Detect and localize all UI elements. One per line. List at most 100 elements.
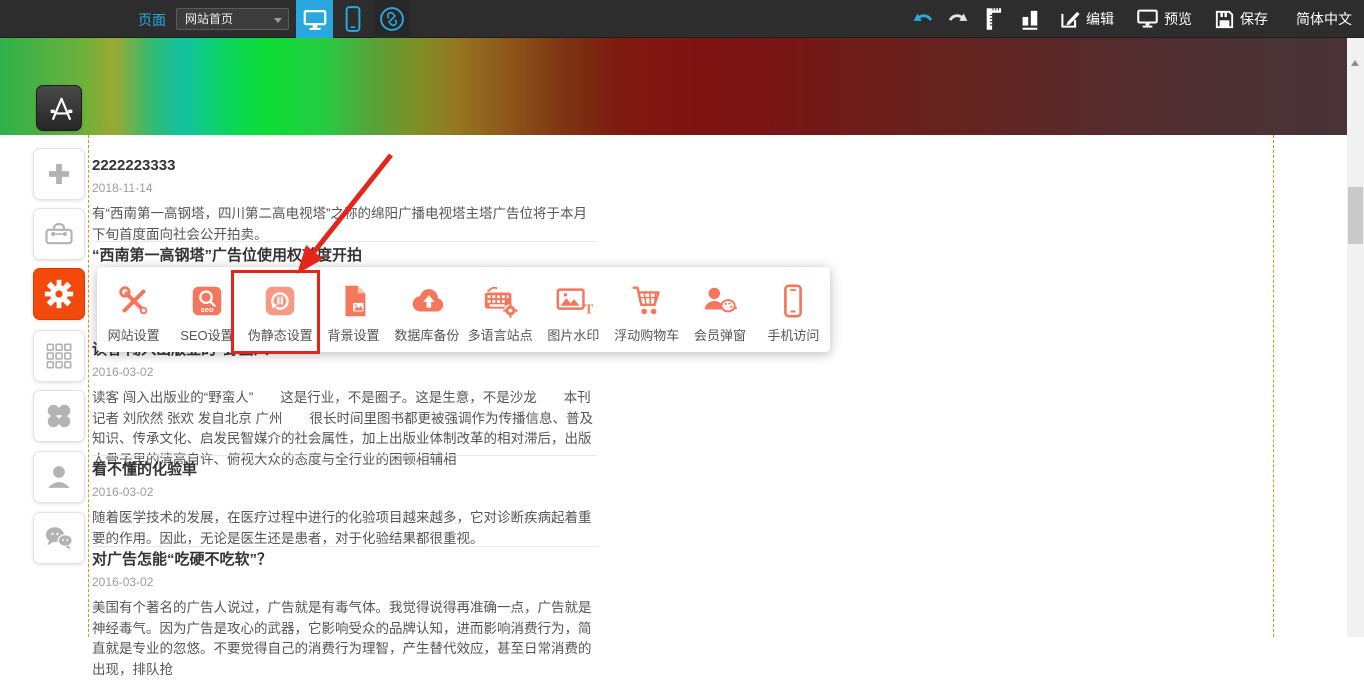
scroll-up-arrow-icon[interactable] <box>1351 60 1359 66</box>
ruler-icon <box>984 6 1002 32</box>
article-title[interactable]: 对广告怎能“吃硬不吃软”？ <box>92 552 598 568</box>
ruler-button[interactable] <box>984 6 1002 32</box>
cart-icon <box>627 282 667 320</box>
sidebar-item-settings[interactable] <box>33 268 85 320</box>
popup-item-label: 伪静态设置 <box>248 325 313 344</box>
right-guide-line <box>1273 135 1274 637</box>
popup-item-image-watermark[interactable]: T 图片水印 <box>537 267 610 352</box>
link-view-button[interactable] <box>374 0 410 38</box>
preview-monitor-icon <box>1136 8 1159 30</box>
edit-pencil-icon <box>1059 8 1081 30</box>
plus-icon <box>44 159 74 189</box>
save-floppy-icon <box>1214 9 1235 30</box>
article-summary: 随着医学技术的发展，在医疗过程中进行的化验项目越来越多，它对诊断疾病起着重要的作… <box>92 508 598 549</box>
popup-item-pseudo-static[interactable]: 伪静态设置 <box>244 267 317 352</box>
article-item[interactable]: 2222223333 2018-11-14 有“西南第一高钢塔，四川第二高电视塔… <box>92 158 598 245</box>
settings-popup: 网站设置 seo SEO设置 伪静态设置 背景设置 <box>97 267 830 352</box>
left-guide-line <box>88 135 89 637</box>
popup-item-label: 网站设置 <box>108 325 160 344</box>
sidebar-item-add-module[interactable] <box>33 148 85 200</box>
sidebar-item-toolbox[interactable] <box>33 208 85 260</box>
member-popup-icon <box>700 282 740 320</box>
popup-item-label: 多语言站点 <box>468 325 533 344</box>
article-divider <box>92 546 597 547</box>
language-switcher[interactable]: 简体中文 <box>1296 9 1352 29</box>
mobile-view-button[interactable] <box>338 0 368 38</box>
article-date: 2016-03-02 <box>92 575 598 589</box>
svg-text:seo: seo <box>200 304 213 313</box>
columns-button[interactable] <box>1020 8 1039 31</box>
sidebar-item-member[interactable] <box>33 451 85 503</box>
popup-item-seo-settings[interactable]: seo SEO设置 <box>170 267 243 352</box>
article-title[interactable]: 2222223333 <box>92 158 598 174</box>
article-date: 2016-03-02 <box>92 485 598 499</box>
article-title[interactable]: “西南第一高钢塔”广告位使用权首度开拍 <box>92 248 598 264</box>
cloud-backup-icon <box>407 282 447 320</box>
seo-icon: seo <box>188 282 226 320</box>
chat-bubbles-icon <box>43 524 75 552</box>
monitor-icon <box>302 7 328 32</box>
popup-item-label: 手机访问 <box>767 325 819 344</box>
preview-label: 预览 <box>1164 9 1192 29</box>
article-date: 2018-11-14 <box>92 181 598 195</box>
save-button[interactable]: 保存 <box>1214 9 1268 30</box>
popup-item-site-settings[interactable]: 网站设置 <box>97 267 170 352</box>
article-item[interactable]: 看不懂的化验单 2016-03-02 随着医学技术的发展，在医疗过程中进行的化验… <box>92 462 598 549</box>
redo-icon <box>947 12 968 27</box>
sidebar-item-grid-modules[interactable] <box>33 330 85 382</box>
article-item[interactable]: 对广告怎能“吃硬不吃软”？ 2016-03-02 美国有个著名的广告人说过，广告… <box>92 552 598 680</box>
page-selector-value: 网站首页 <box>185 12 233 26</box>
columns-icon <box>1020 8 1039 31</box>
app-store-icon <box>44 93 74 123</box>
article-summary: 读客 闯入出版业的“野蛮人” 这是行业，不是圈子。这是生意，不是沙龙 本刊记者 … <box>92 388 598 470</box>
popup-item-member-popup[interactable]: 会员弹窗 <box>683 267 756 352</box>
article-divider <box>92 455 597 456</box>
popup-item-database-backup[interactable]: 数据库备份 <box>390 267 463 352</box>
top-toolbar: 页面 网站首页 <box>0 0 1364 38</box>
save-label: 保存 <box>1240 9 1268 29</box>
pseudo-static-icon <box>261 282 299 320</box>
popup-item-label: 背景设置 <box>328 325 380 344</box>
grid-icon <box>44 341 74 371</box>
edit-label: 编辑 <box>1086 9 1114 29</box>
article-title[interactable]: 看不懂的化验单 <box>92 462 598 478</box>
preview-button[interactable]: 预览 <box>1136 8 1192 30</box>
chevron-down-icon <box>274 18 282 23</box>
article-divider <box>92 241 597 242</box>
redo-button[interactable] <box>947 12 968 27</box>
popup-item-label: 数据库备份 <box>394 325 459 344</box>
tools-icon <box>115 282 153 320</box>
link-circle-icon <box>378 5 406 33</box>
mobile-access-icon <box>774 282 812 320</box>
watermark-icon: T <box>553 282 593 320</box>
sidebar-item-app-market[interactable] <box>36 85 82 131</box>
page-selector[interactable]: 网站首页 <box>176 8 289 30</box>
undo-button[interactable] <box>913 12 934 27</box>
popup-item-label: 会员弹窗 <box>694 325 746 344</box>
clover-icon <box>44 401 74 431</box>
header-banner-image <box>0 38 1347 135</box>
article-summary: 有“西南第一高钢塔，四川第二高电视塔”之称的绵阳广播电视塔主塔广告位将于本月下旬… <box>92 204 598 245</box>
desktop-view-button[interactable] <box>296 0 333 38</box>
popup-item-mobile-access[interactable]: 手机访问 <box>757 267 830 352</box>
edit-button[interactable]: 编辑 <box>1059 8 1114 30</box>
popup-item-floating-cart[interactable]: 浮动购物车 <box>610 267 683 352</box>
popup-item-multilanguage-site[interactable]: 多语言站点 <box>463 267 536 352</box>
person-icon <box>44 462 74 492</box>
article-item[interactable]: 读客 闯入出版业的“野蛮人” 2016-03-02 读客 闯入出版业的“野蛮人”… <box>92 342 598 470</box>
scrollbar-thumb[interactable] <box>1348 187 1363 244</box>
popup-item-background-settings[interactable]: 背景设置 <box>317 267 390 352</box>
sidebar-item-plugins[interactable] <box>33 390 85 442</box>
svg-text:T: T <box>585 301 594 316</box>
popup-item-label: 浮动购物车 <box>614 325 679 344</box>
keyboard-gear-icon <box>480 282 520 320</box>
popup-item-label: 图片水印 <box>547 325 599 344</box>
background-icon <box>335 282 373 320</box>
toolbox-icon <box>43 219 75 249</box>
article-summary: 美国有个著名的广告人说过，广告就是有毒气体。我觉得说得再准确一点，广告就是神经毒… <box>92 598 598 680</box>
smartphone-icon <box>343 5 363 33</box>
vertical-scrollbar[interactable] <box>1347 38 1364 637</box>
sidebar-item-messages[interactable] <box>33 512 85 564</box>
undo-icon <box>913 12 934 27</box>
article-date: 2016-03-02 <box>92 365 598 379</box>
